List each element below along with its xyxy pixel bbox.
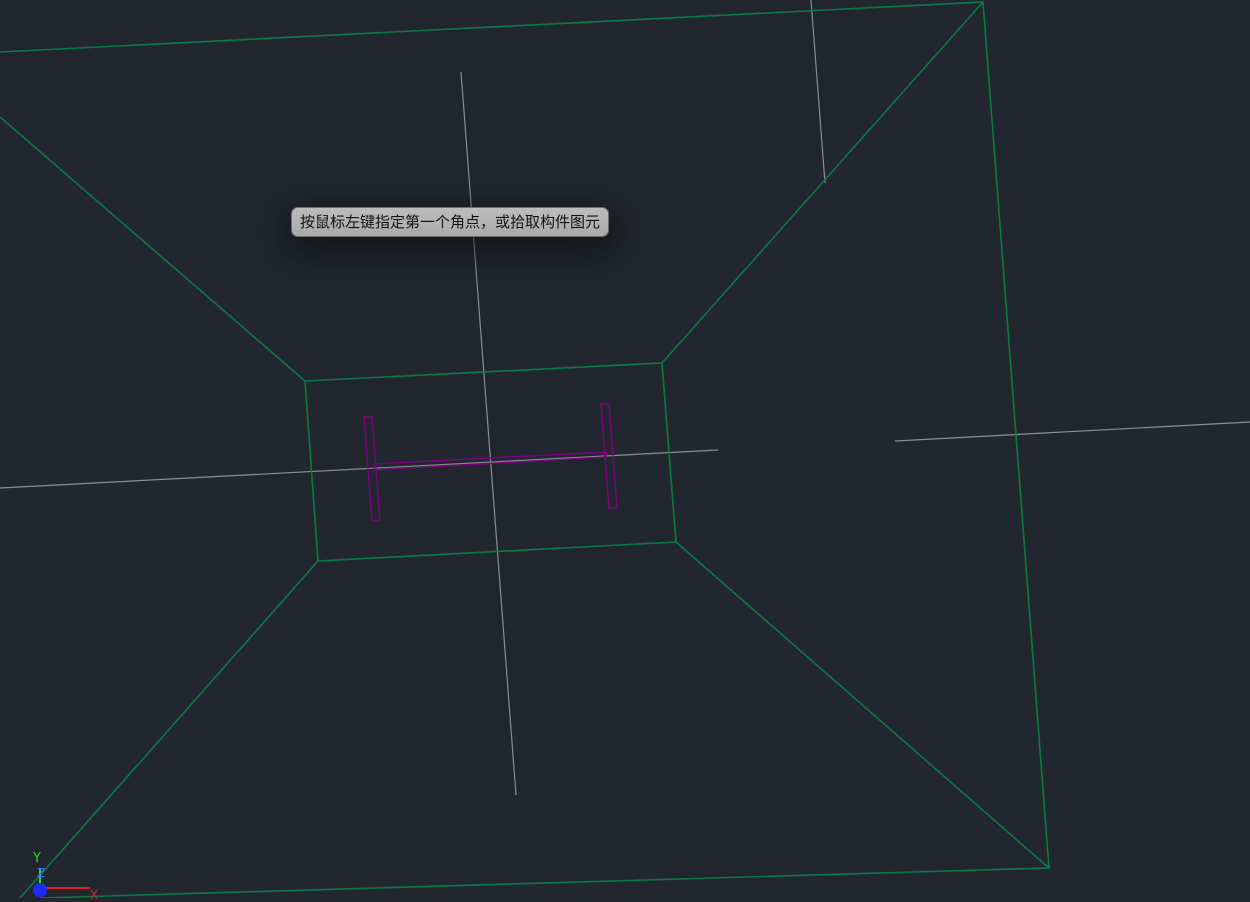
axis-line-vertical-top-right xyxy=(810,0,826,184)
axis-line-horizontal-right xyxy=(894,421,1250,442)
ucs-y-label: Y xyxy=(33,851,41,866)
slope-edge-bottom-right[interactable] xyxy=(675,541,1050,869)
drawing-viewport[interactable]: 按鼠标左键指定第一个角点，或拾取构件图元 Y Z X xyxy=(0,0,1250,902)
cad-drawing-canvas[interactable] xyxy=(0,0,1250,898)
pit-outline[interactable] xyxy=(0,1,1050,898)
axis-line-horizontal-main xyxy=(0,449,719,489)
axis-lines xyxy=(0,0,1250,796)
beam-web[interactable] xyxy=(372,451,607,471)
slope-edge-bottom-left[interactable] xyxy=(19,560,319,898)
ucs-z-label: Z xyxy=(37,866,46,880)
outer-boundary[interactable] xyxy=(0,1,1050,898)
ucs-x-label: X xyxy=(90,888,99,902)
slope-edge-top-left[interactable] xyxy=(0,116,306,382)
ucs-origin-icon xyxy=(33,883,47,897)
slope-edge-top-right[interactable] xyxy=(661,1,984,364)
axis-line-vertical-main xyxy=(460,71,517,796)
command-prompt-tooltip: 按鼠标左键指定第一个角点，或拾取构件图元 xyxy=(291,207,610,237)
